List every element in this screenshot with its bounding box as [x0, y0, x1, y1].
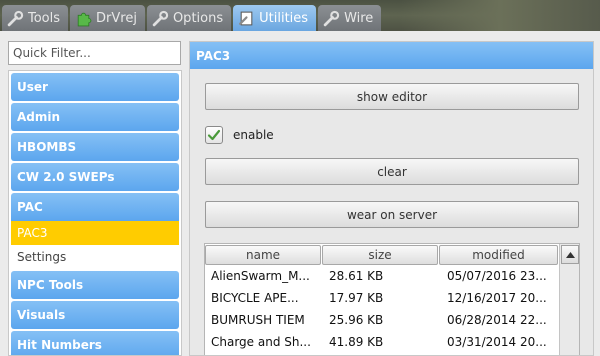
- category-label: HBOMBS: [17, 140, 77, 154]
- category-label: User: [17, 80, 48, 94]
- category-list: User Admin HBOMBS CW 2.0 SWEPs PAC PAC3 …: [8, 70, 182, 356]
- sidebar-item-label: PAC3: [17, 226, 48, 240]
- tab-label: Wire: [344, 10, 374, 26]
- enable-row: enable: [205, 126, 274, 144]
- cell-name: BICYCLE APE...: [211, 291, 299, 305]
- wrench-icon: [152, 10, 169, 26]
- cell-modified: 05/07/2016 23...: [447, 269, 547, 283]
- puzzle-icon: [77, 12, 92, 26]
- wear-on-server-button[interactable]: wear on server: [205, 201, 579, 228]
- table-row[interactable]: BICYCLE APE... 17.97 KB 12/16/2017 20...: [205, 287, 579, 309]
- enable-checkbox[interactable]: [205, 126, 223, 144]
- category-admin[interactable]: Admin: [11, 103, 179, 131]
- category-user[interactable]: User: [11, 73, 179, 101]
- tab-wire[interactable]: Wire: [318, 5, 382, 31]
- pac3-panel: PAC3 show editor enable clear wear on se…: [189, 41, 594, 356]
- tab-options[interactable]: Options: [146, 5, 232, 31]
- cell-modified: 03/31/2014 20...: [447, 335, 547, 349]
- category-label: Admin: [17, 110, 61, 124]
- tab-utilities[interactable]: Utilities: [233, 5, 317, 31]
- cell-name: BUMRUSH TIEM: [211, 313, 305, 327]
- quick-filter-input[interactable]: [8, 41, 181, 65]
- category-npc-tools[interactable]: NPC Tools: [11, 271, 179, 299]
- category-cw-sweps[interactable]: CW 2.0 SWEPs: [11, 163, 179, 191]
- tab-label: Tools: [28, 10, 61, 26]
- cell-size: 25.96 KB: [329, 313, 384, 327]
- outfit-file-table: name size modified AlienSwarm_M... 28.61…: [204, 243, 580, 355]
- panel-title: PAC3: [190, 42, 593, 69]
- cell-modified: 06/28/2014 22...: [447, 313, 547, 327]
- clear-button[interactable]: clear: [205, 158, 579, 185]
- sidebar-item-label: Settings: [17, 250, 67, 264]
- category-label: Visuals: [17, 308, 66, 322]
- category-hbombs[interactable]: HBOMBS: [11, 133, 179, 161]
- cell-size: 41.89 KB: [329, 335, 384, 349]
- table-header: name size modified: [205, 244, 579, 265]
- table-row[interactable]: Charge and Sh... 41.89 KB 03/31/2014 20.…: [205, 331, 579, 353]
- sidebar-item-settings[interactable]: Settings: [11, 245, 179, 269]
- wrench-icon: [7, 10, 24, 26]
- category-label: PAC: [17, 200, 43, 214]
- category-pac[interactable]: PAC: [11, 193, 179, 221]
- column-header-name[interactable]: name: [205, 245, 321, 265]
- cell-size: 17.97 KB: [329, 291, 384, 305]
- checkmark-icon: [207, 129, 221, 141]
- category-visuals[interactable]: Visuals: [11, 301, 179, 329]
- cell-modified: 12/16/2017 20...: [447, 291, 547, 305]
- cell-name: Charge and Sh...: [211, 335, 311, 349]
- arrow-up-icon: [565, 251, 575, 258]
- column-header-modified[interactable]: modified: [439, 245, 558, 265]
- tab-label: Options: [172, 10, 224, 26]
- cell-name: AlienSwarm_M...: [211, 269, 310, 283]
- tab-drvrej[interactable]: DrVrej: [70, 5, 145, 31]
- wrench-icon: [323, 10, 340, 26]
- tab-bar: Tools DrVrej Options Utilities Wire: [0, 5, 382, 31]
- table-scrollbar[interactable]: [559, 244, 579, 355]
- category-label: NPC Tools: [17, 278, 84, 292]
- tab-label: Utilities: [259, 10, 309, 26]
- category-label: CW 2.0 SWEPs: [17, 170, 115, 184]
- category-label: Hit Numbers: [17, 338, 102, 352]
- sidebar-item-pac3[interactable]: PAC3: [11, 221, 179, 245]
- category-hit-numbers[interactable]: Hit Numbers: [11, 331, 179, 355]
- tab-label: DrVrej: [96, 10, 137, 26]
- scroll-up-button[interactable]: [561, 245, 579, 264]
- table-row[interactable]: BUMRUSH TIEM 25.96 KB 06/28/2014 22...: [205, 309, 579, 331]
- tab-tools[interactable]: Tools: [2, 5, 69, 31]
- page-icon: [239, 11, 253, 25]
- column-header-size[interactable]: size: [322, 245, 438, 265]
- show-editor-button[interactable]: show editor: [205, 83, 579, 110]
- enable-label: enable: [233, 128, 274, 142]
- cell-size: 28.61 KB: [329, 269, 384, 283]
- table-row[interactable]: AlienSwarm_M... 28.61 KB 05/07/2016 23..…: [205, 265, 579, 287]
